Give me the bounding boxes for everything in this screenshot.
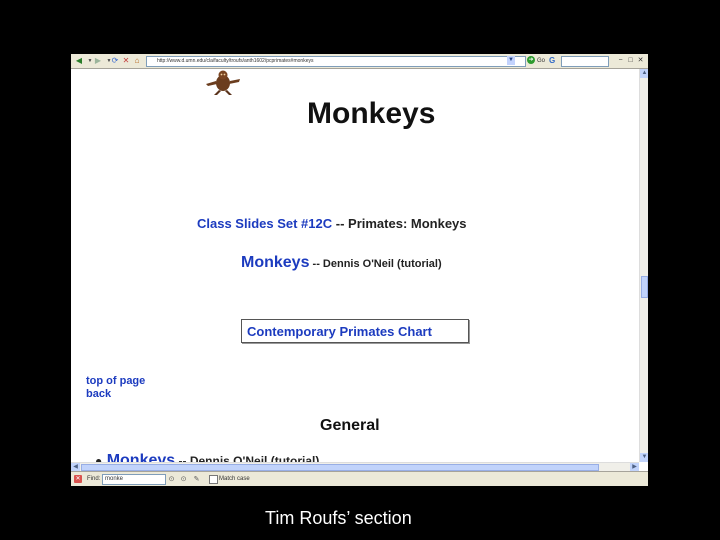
class-slides-description: -- Primates: Monkeys — [332, 216, 467, 231]
home-icon[interactable]: ⌂ — [132, 56, 142, 66]
primates-chart-link[interactable]: Contemporary Primates Chart — [247, 324, 432, 339]
monkey-icon — [206, 70, 240, 95]
find-label: Find: — [87, 476, 101, 482]
minimize-icon[interactable]: − — [616, 56, 625, 65]
general-heading: General — [320, 417, 380, 434]
class-slides-row: Class Slides Set #12C -- Primates: Monke… — [197, 216, 467, 231]
top-of-page-link[interactable]: top of page — [86, 375, 145, 387]
find-bar: ✕ Find: monke ⊙ ⊙ ✎ Match case — [71, 471, 648, 486]
address-dropdown-icon[interactable]: ▼ — [507, 56, 515, 65]
vertical-scroll-thumb[interactable] — [641, 276, 648, 298]
search-input[interactable] — [561, 56, 609, 67]
back-link[interactable]: back — [86, 388, 111, 400]
page-title: Monkeys — [307, 97, 436, 130]
address-bar[interactable]: http://www.d.umn.edu/cla/faculty/troufs/… — [146, 56, 526, 67]
bullet-icon: ● — [95, 454, 103, 462]
highlight-all-icon[interactable]: ✎ — [192, 475, 201, 484]
general-monkeys-link[interactable]: Monkeys — [107, 452, 175, 462]
vertical-scrollbar[interactable]: ▲ ▼ — [639, 69, 648, 462]
find-next-icon[interactable]: ⊙ — [167, 475, 176, 484]
scroll-up-icon[interactable]: ▲ — [640, 69, 648, 78]
navigation-toolbar: ◀ ▼ ▶ ▼ ⟳ ✕ ⌂ http://www.d.umn.edu/cla/f… — [71, 54, 648, 69]
google-search-icon[interactable]: G — [549, 56, 559, 66]
monkeys-tutorial-description: -- Dennis O'Neil (tutorial) — [309, 258, 442, 270]
browser-window: ◀ ▼ ▶ ▼ ⟳ ✕ ⌂ http://www.d.umn.edu/cla/f… — [71, 54, 648, 486]
match-case-label: Match case — [219, 476, 250, 482]
general-monkeys-description: -- Dennis O'Neil (tutorial) — [175, 454, 320, 462]
match-case-checkbox[interactable] — [209, 475, 218, 484]
scroll-down-icon[interactable]: ▼ — [640, 453, 648, 462]
class-slides-link[interactable]: Class Slides Set #12C — [197, 216, 332, 231]
reload-icon[interactable]: ⟳ — [110, 56, 120, 66]
maximize-icon[interactable]: □ — [626, 56, 635, 65]
find-previous-icon[interactable]: ⊙ — [179, 475, 188, 484]
slide-caption: Tim Roufs’ section — [265, 508, 412, 528]
go-arrow-icon: ➜ — [527, 56, 535, 65]
page-content: Monkeys Class Slides Set #12C -- Primate… — [71, 69, 639, 462]
stop-icon[interactable]: ✕ — [121, 56, 131, 66]
horizontal-scroll-thumb[interactable] — [81, 464, 599, 471]
primates-chart-box: Contemporary Primates Chart — [241, 319, 469, 343]
go-label: Go — [537, 58, 546, 64]
forward-icon[interactable]: ▶ — [93, 56, 103, 66]
monkeys-link[interactable]: Monkeys — [241, 254, 309, 271]
find-input[interactable]: monke — [102, 474, 166, 485]
general-list-item: ● Monkeys -- Dennis O'Neil (tutorial) — [95, 452, 319, 462]
back-icon[interactable]: ◀ — [74, 56, 84, 66]
find-close-icon[interactable]: ✕ — [74, 475, 82, 483]
close-icon[interactable]: ✕ — [636, 56, 645, 65]
monkeys-tutorial-row: Monkeys -- Dennis O'Neil (tutorial) — [241, 254, 442, 272]
